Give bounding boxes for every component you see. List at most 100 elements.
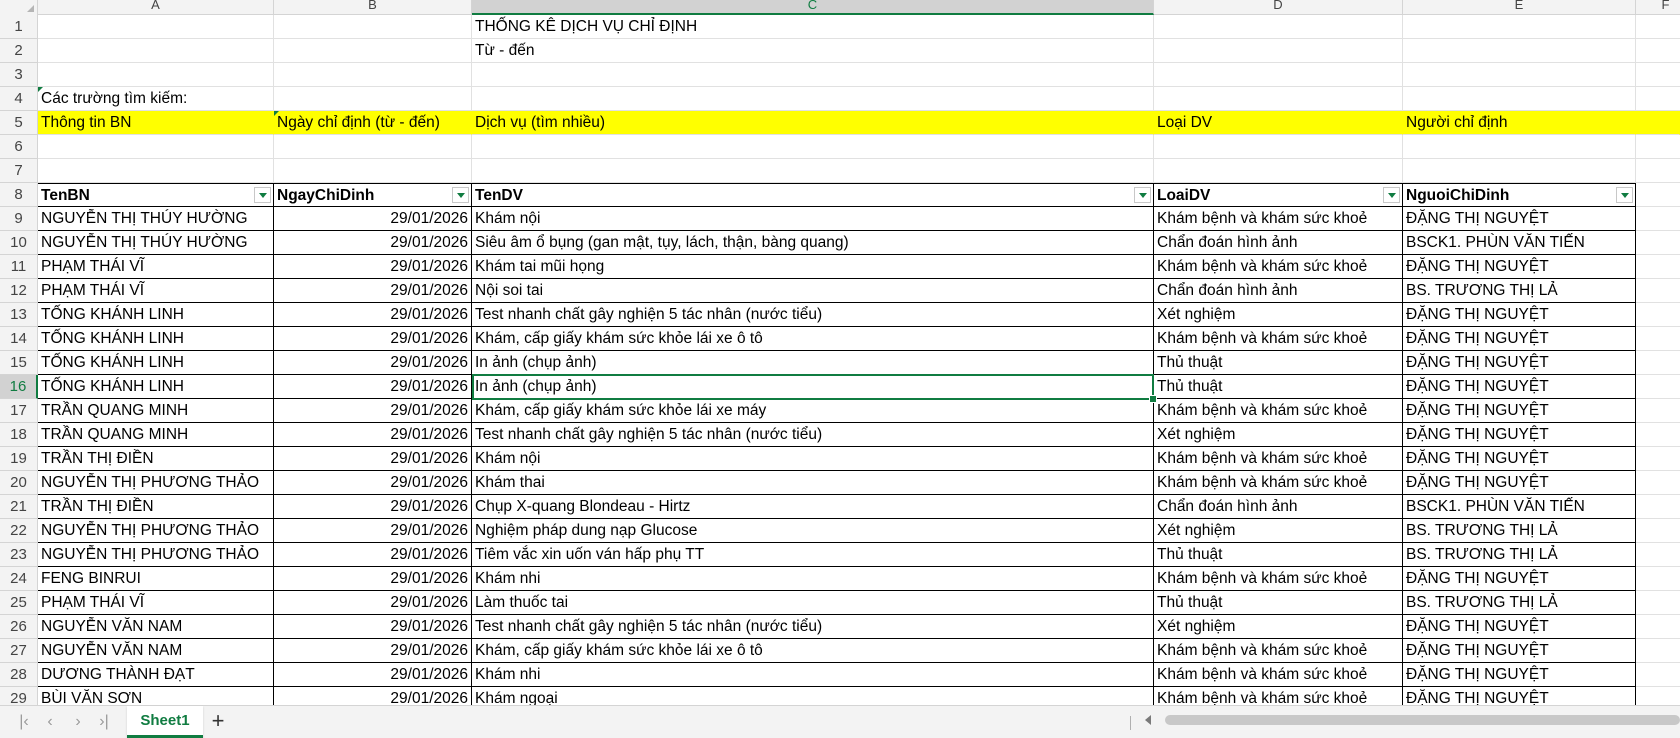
row-header[interactable]: 19: [0, 447, 38, 471]
cell-d27[interactable]: Khám bệnh và khám sức khoẻ: [1154, 639, 1403, 663]
cell-f5[interactable]: [1636, 111, 1680, 135]
cell-e25[interactable]: BS. TRƯƠNG THỊ LẢ: [1403, 591, 1636, 615]
row-header[interactable]: 24: [0, 567, 38, 591]
column-header-f[interactable]: F: [1636, 0, 1680, 15]
cell-a28[interactable]: DƯƠNG THÀNH ĐẠT: [38, 663, 274, 687]
cell-e21[interactable]: BSCK1. PHÙN VĂN TIẾN: [1403, 495, 1636, 519]
cell-a19[interactable]: TRẦN THỊ ĐIỀN: [38, 447, 274, 471]
row-header[interactable]: 5: [0, 111, 38, 135]
cell-f15[interactable]: [1636, 351, 1680, 375]
column-header-b[interactable]: B: [274, 0, 472, 15]
cell-b18[interactable]: 29/01/2026: [274, 423, 472, 447]
filter-dropdown-icon[interactable]: [452, 187, 469, 203]
cell-e28[interactable]: ĐẶNG THỊ NGUYỆT: [1403, 663, 1636, 687]
column-header-e[interactable]: E: [1403, 0, 1636, 15]
cell-d1[interactable]: [1154, 15, 1403, 39]
cell-b27[interactable]: 29/01/2026: [274, 639, 472, 663]
cell-a24[interactable]: FENG BINRUI: [38, 567, 274, 591]
cell-d2[interactable]: [1154, 39, 1403, 63]
cell-f8[interactable]: [1636, 183, 1680, 207]
row-header[interactable]: 18: [0, 423, 38, 447]
cell-a6[interactable]: [38, 135, 274, 159]
cell-f21[interactable]: [1636, 495, 1680, 519]
cell-b4[interactable]: [274, 87, 472, 111]
cell-e12[interactable]: BS. TRƯƠNG THỊ LẢ: [1403, 279, 1636, 303]
cell-c6[interactable]: [472, 135, 1154, 159]
cell-e2[interactable]: [1403, 39, 1636, 63]
cell-c19[interactable]: Khám nội: [472, 447, 1154, 471]
cell-b22[interactable]: 29/01/2026: [274, 519, 472, 543]
cell-c2[interactable]: Từ - đến: [472, 39, 1154, 63]
filter-dropdown-icon[interactable]: [1134, 187, 1151, 203]
cell-d23[interactable]: Thủ thuật: [1154, 543, 1403, 567]
cell-f14[interactable]: [1636, 327, 1680, 351]
cell-e15[interactable]: ĐẶNG THỊ NGUYỆT: [1403, 351, 1636, 375]
cell-f28[interactable]: [1636, 663, 1680, 687]
cell-b1[interactable]: [274, 15, 472, 39]
row-header[interactable]: 10: [0, 231, 38, 255]
cell-d11[interactable]: Khám bệnh và khám sức khoẻ: [1154, 255, 1403, 279]
row-header[interactable]: 9: [0, 207, 38, 231]
horizontal-scrollbar[interactable]: [1165, 715, 1680, 725]
prev-sheet-icon[interactable]: ‹: [40, 713, 60, 731]
cell-a14[interactable]: TỐNG KHÁNH LINH: [38, 327, 274, 351]
cell-f19[interactable]: [1636, 447, 1680, 471]
cell-e4[interactable]: [1403, 87, 1636, 111]
cell-a21[interactable]: TRẦN THỊ ĐIỀN: [38, 495, 274, 519]
cell-f13[interactable]: [1636, 303, 1680, 327]
row-header[interactable]: 14: [0, 327, 38, 351]
cell-c9[interactable]: Khám nội: [472, 207, 1154, 231]
cell-a20[interactable]: NGUYỄN THỊ PHƯƠNG THẢO: [38, 471, 274, 495]
cell-a11[interactable]: PHẠM THÁI VĨ: [38, 255, 274, 279]
cell-a16[interactable]: TỐNG KHÁNH LINH: [38, 375, 274, 399]
row-header[interactable]: 7: [0, 159, 38, 183]
cell-e7[interactable]: [1403, 159, 1636, 183]
cell-e8[interactable]: NguoiChiDinh: [1403, 183, 1636, 207]
cell-f12[interactable]: [1636, 279, 1680, 303]
row-header[interactable]: 27: [0, 639, 38, 663]
cell-f18[interactable]: [1636, 423, 1680, 447]
scroll-left-icon[interactable]: [1145, 715, 1151, 725]
cell-d24[interactable]: Khám bệnh và khám sức khoẻ: [1154, 567, 1403, 591]
cell-c21[interactable]: Chụp X-quang Blondeau - Hirtz: [472, 495, 1154, 519]
sheet-tab-sheet1[interactable]: Sheet1: [127, 706, 203, 738]
cell-f6[interactable]: [1636, 135, 1680, 159]
cell-c15[interactable]: In ảnh (chụp ảnh): [472, 351, 1154, 375]
cell-b13[interactable]: 29/01/2026: [274, 303, 472, 327]
row-header[interactable]: 3: [0, 63, 38, 87]
row-header[interactable]: 15: [0, 351, 38, 375]
cell-c1[interactable]: THỐNG KÊ DỊCH VỤ CHỈ ĐỊNH: [472, 15, 1154, 39]
row-header[interactable]: 17: [0, 399, 38, 423]
row-header[interactable]: 20: [0, 471, 38, 495]
cell-f22[interactable]: [1636, 519, 1680, 543]
add-sheet-button[interactable]: +: [206, 709, 230, 733]
row-header[interactable]: 21: [0, 495, 38, 519]
cell-a27[interactable]: NGUYỄN VĂN NAM: [38, 639, 274, 663]
filter-dropdown-icon[interactable]: [254, 187, 271, 203]
cell-f17[interactable]: [1636, 399, 1680, 423]
cell-f20[interactable]: [1636, 471, 1680, 495]
cell-b11[interactable]: 29/01/2026: [274, 255, 472, 279]
filter-dropdown-icon[interactable]: [1383, 187, 1400, 203]
row-header[interactable]: 13: [0, 303, 38, 327]
row-header[interactable]: 22: [0, 519, 38, 543]
cell-e3[interactable]: [1403, 63, 1636, 87]
cell-c14[interactable]: Khám, cấp giấy khám sức khỏe lái xe ô tô: [472, 327, 1154, 351]
cell-b15[interactable]: 29/01/2026: [274, 351, 472, 375]
row-header[interactable]: 26: [0, 615, 38, 639]
cell-a7[interactable]: [38, 159, 274, 183]
cell-f11[interactable]: [1636, 255, 1680, 279]
cell-a4[interactable]: Các trường tìm kiếm:: [38, 87, 274, 111]
cell-b8[interactable]: NgayChiDinh: [274, 183, 472, 207]
cell-d29[interactable]: Khám bệnh và khám sức khoẻ: [1154, 687, 1403, 705]
cell-e16[interactable]: ĐẶNG THỊ NGUYỆT: [1403, 375, 1636, 399]
column-header-d[interactable]: D: [1154, 0, 1403, 15]
cell-b21[interactable]: 29/01/2026: [274, 495, 472, 519]
spreadsheet-grid[interactable]: ABCDEF 1 THỐNG KÊ DỊCH VỤ CHỈ ĐỊNH 2 Từ - đ…: [0, 0, 1680, 705]
cell-a12[interactable]: PHẠM THÁI VĨ: [38, 279, 274, 303]
cell-e17[interactable]: ĐẶNG THỊ NGUYỆT: [1403, 399, 1636, 423]
cell-b29[interactable]: 29/01/2026: [274, 687, 472, 705]
cell-d20[interactable]: Khám bệnh và khám sức khoẻ: [1154, 471, 1403, 495]
cell-a18[interactable]: TRẦN QUANG MINH: [38, 423, 274, 447]
cell-d10[interactable]: Chẩn đoán hình ảnh: [1154, 231, 1403, 255]
